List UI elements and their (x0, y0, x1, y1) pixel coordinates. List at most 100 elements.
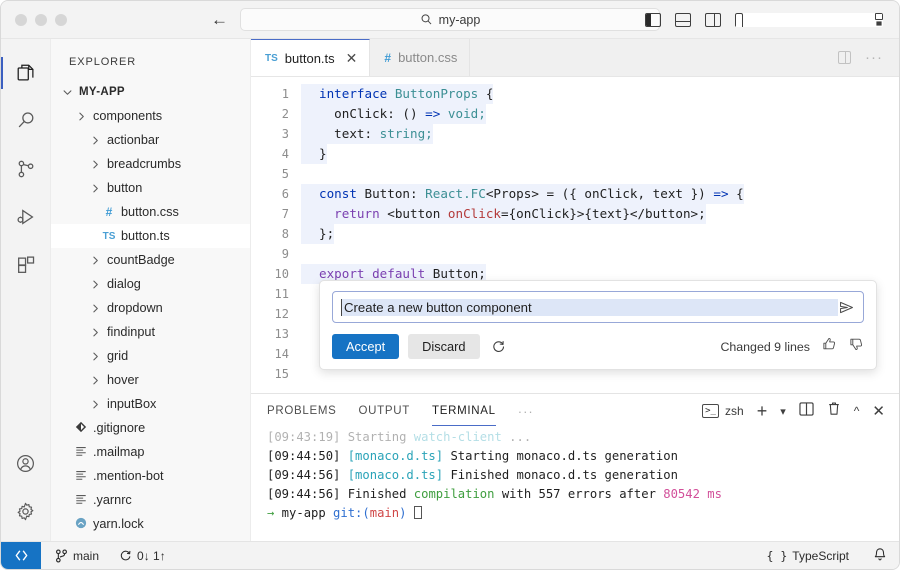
editor-tab-bar: TS button.ts ✕ # button.css ··· (251, 39, 899, 77)
tree-item-findinput[interactable]: findinput (51, 320, 250, 344)
code-line-text: const Button: React.FC<Props> = ({ onCli… (301, 184, 744, 204)
activity-item-explorer[interactable] (1, 49, 51, 97)
terminal-token: Starting monaco.d.ts generation (450, 449, 677, 463)
tree-item-hover[interactable]: hover (51, 368, 250, 392)
tree-item--mention-bot[interactable]: .mention-bot (51, 464, 250, 488)
activity-item-settings[interactable] (1, 487, 51, 535)
explorer-sidebar: EXPLORER MY-APPcomponentsactionbarbreadc… (51, 39, 251, 541)
terminal-prompt-line[interactable]: → my-app git:(main) (267, 504, 899, 523)
tree-item-dialog[interactable]: dialog (51, 272, 250, 296)
tree-item-dropdown[interactable]: dropdown (51, 296, 250, 320)
activity-item-source-control[interactable] (1, 145, 51, 193)
toggle-primary-sidebar-icon[interactable] (645, 13, 661, 27)
activity-item-accounts[interactable] (1, 439, 51, 487)
customize-layout-icon[interactable] (735, 13, 883, 27)
code-line-text: }; (301, 224, 334, 244)
panel-tab-output[interactable]: OUTPUT (359, 394, 410, 428)
inline-chat-input[interactable]: Create a new button component (332, 291, 864, 323)
tree-item-button-css[interactable]: #button.css (51, 200, 250, 224)
minimize-window-button[interactable] (35, 14, 47, 26)
status-branch[interactable]: main (41, 549, 109, 563)
window-controls (1, 14, 67, 26)
activity-item-extensions[interactable] (1, 241, 51, 289)
code-token: default (372, 266, 433, 281)
text-file-icon (75, 493, 87, 508)
tree-item--yarnrc[interactable]: .yarnrc (51, 488, 250, 512)
code-token: Button; (433, 266, 486, 281)
activity-item-search[interactable] (1, 97, 51, 145)
terminal-token: ... (502, 430, 531, 444)
tree-item-countbadge[interactable]: countBadge (51, 248, 250, 272)
code-token: string; (380, 126, 433, 141)
tree-item-label: inputBox (107, 397, 156, 411)
tree-item-button[interactable]: button (51, 176, 250, 200)
active-terminal-indicator[interactable]: >_ zsh (702, 404, 744, 418)
close-window-button[interactable] (15, 14, 27, 26)
chevron-right-icon (91, 256, 100, 265)
code-line: 1interface ButtonProps { (251, 84, 899, 104)
tree-item-breadcrumbs[interactable]: breadcrumbs (51, 152, 250, 176)
changed-lines-label: Changed 9 lines (720, 340, 810, 354)
code-token: }; (319, 226, 334, 241)
tree-item-my-app[interactable]: MY-APP (51, 80, 250, 104)
tab-button-css[interactable]: # button.css (370, 39, 470, 76)
tree-twisty (87, 376, 103, 385)
discard-button[interactable]: Discard (408, 334, 479, 359)
tree-item--mailmap[interactable]: .mailmap (51, 440, 250, 464)
code-line: 6const Button: React.FC<Props> = ({ onCl… (251, 184, 899, 204)
tree-item--gitignore[interactable]: .gitignore (51, 416, 250, 440)
tree-item-button-ts[interactable]: TSbutton.ts (51, 224, 250, 248)
tree-item-label: .yarnrc (93, 493, 132, 507)
command-center[interactable]: my-app (240, 8, 660, 31)
remote-window-button[interactable] (1, 542, 41, 570)
code-line: 7 return <button onClick={onClick}>{text… (251, 204, 899, 224)
tab-button-ts[interactable]: TS button.ts ✕ (251, 39, 370, 76)
accept-button[interactable]: Accept (332, 334, 399, 359)
prompt-dir: my-app (274, 506, 333, 520)
code-line: 4} (251, 144, 899, 164)
thumbs-up-icon[interactable] (821, 336, 837, 357)
panel-tab-problems[interactable]: PROBLEMS (267, 394, 337, 428)
code-token: { (478, 86, 493, 101)
kill-terminal-icon[interactable] (827, 401, 841, 421)
send-icon[interactable] (838, 299, 855, 316)
code-line-text: return <button onClick={onClick}>{text}<… (301, 204, 706, 224)
bell-icon[interactable] (873, 547, 887, 565)
tree-item-grid[interactable]: grid (51, 344, 250, 368)
line-number: 7 (251, 204, 301, 224)
yarn-file-icon (75, 517, 87, 532)
status-sync[interactable]: 0↓ 1↑ (109, 549, 176, 563)
toggle-panel-icon[interactable] (675, 13, 691, 27)
maximize-window-button[interactable] (55, 14, 67, 26)
panel-tab-terminal[interactable]: TERMINAL (432, 394, 496, 428)
close-tab-icon[interactable]: ✕ (346, 50, 358, 67)
terminal-token: 80542 ms (663, 487, 722, 501)
line-number: 2 (251, 104, 301, 124)
panel-overflow-icon[interactable]: ··· (518, 404, 534, 419)
tree-item-label: .gitignore (93, 421, 145, 435)
tree-item-label: actionbar (107, 133, 159, 147)
activity-item-run-and-debug[interactable] (1, 193, 51, 241)
refresh-icon[interactable] (491, 339, 506, 354)
toggle-secondary-sidebar-icon[interactable] (705, 13, 721, 27)
thumbs-down-icon[interactable] (848, 336, 864, 357)
tree-item-components[interactable]: components (51, 104, 250, 128)
code-editor[interactable]: 1interface ButtonProps {2 onClick: () =>… (251, 77, 899, 393)
chevron-down-icon[interactable]: ▾ (780, 405, 786, 418)
code-token: => (425, 106, 440, 121)
close-panel-icon[interactable]: ✕ (872, 402, 885, 420)
go-back-icon[interactable]: ← (211, 11, 228, 28)
split-editor-icon[interactable] (838, 51, 851, 64)
split-terminal-icon[interactable] (799, 402, 814, 421)
tree-file-glyph (73, 421, 89, 436)
command-center-text: my-app (439, 13, 481, 27)
workbench-body: EXPLORER MY-APPcomponentsactionbarbreadc… (1, 39, 899, 541)
tree-item-actionbar[interactable]: actionbar (51, 128, 250, 152)
maximize-panel-icon[interactable]: ^ (854, 404, 860, 418)
status-language-mode[interactable]: { } TypeScript (757, 549, 859, 563)
status-bar: main 0↓ 1↑ { } TypeScript (1, 541, 899, 569)
tree-item-yarn-lock[interactable]: yarn.lock (51, 512, 250, 536)
terminal-output[interactable]: [09:43:19] Starting watch-client ...[09:… (251, 428, 899, 541)
chevron-right-icon (91, 352, 100, 361)
tree-item-inputbox[interactable]: inputBox (51, 392, 250, 416)
